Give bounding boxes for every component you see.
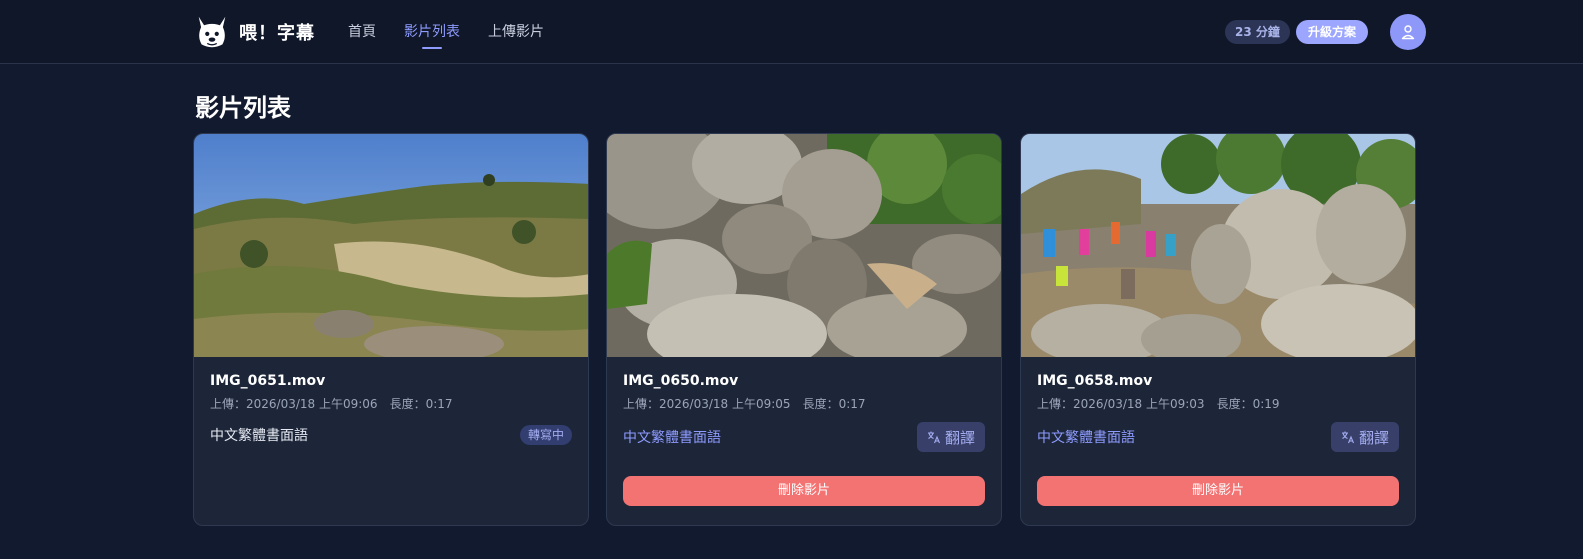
- hillside-grass-thumbnail: [194, 134, 588, 357]
- upload-time: 上傳：2026/03/18 上午09:03: [1037, 397, 1205, 411]
- translate-button[interactable]: 翻譯: [916, 422, 985, 452]
- translate-label: 翻譯: [944, 428, 975, 447]
- translate-button[interactable]: 翻譯: [1330, 422, 1399, 452]
- video-file-name: IMG_0650.mov: [623, 373, 739, 389]
- translate-icon: [1341, 431, 1354, 444]
- nav-video-list[interactable]: 影片列表: [404, 0, 460, 64]
- video-duration: 長度：0:17: [389, 397, 453, 411]
- transcribing-status-badge: 轉寫中: [519, 425, 572, 445]
- upgrade-plan-button[interactable]: 升級方案: [1296, 20, 1369, 44]
- french-bulldog-logo-icon: [198, 16, 226, 48]
- page-title: 影片列表: [195, 94, 291, 122]
- translate-icon: [927, 431, 940, 444]
- language-row: 中文繁體書面語 翻譯: [623, 421, 985, 453]
- user-avatar-button[interactable]: [1390, 14, 1426, 50]
- nav-upload-video[interactable]: 上傳影片: [488, 0, 544, 64]
- subtitle-language-link[interactable]: 中文繁體書面語: [623, 427, 721, 447]
- boulders-thumbnail: [607, 134, 1001, 357]
- video-file-name: IMG_0658.mov: [1037, 373, 1153, 389]
- video-duration: 長度：0:17: [802, 397, 866, 411]
- subtitle-language: 中文繁體書面語: [210, 428, 308, 444]
- language-row: 中文繁體書面語 轉寫中: [210, 419, 572, 451]
- top-navigation-bar: 喂！字幕 首頁 影片列表 上傳影片 23 分鐘 升級方案: [0, 0, 1583, 64]
- video-meta: 上傳：2026/03/18 上午09:03 長度：0:19: [1037, 395, 1399, 413]
- translate-label: 翻譯: [1358, 428, 1389, 447]
- brand-name: 喂！字幕: [239, 23, 315, 44]
- video-card[interactable]: IMG_0651.mov 上傳：2026/03/18 上午09:06 長度：0:1…: [193, 133, 589, 526]
- remaining-minutes-badge: 23 分鐘: [1225, 20, 1290, 44]
- user-icon: [1401, 25, 1415, 40]
- video-meta: 上傳：2026/03/18 上午09:05 長度：0:17: [623, 395, 985, 413]
- brand[interactable]: 喂！字幕: [193, 12, 315, 52]
- subtitle-language-link[interactable]: 中文繁體書面語: [1037, 427, 1135, 447]
- delete-video-button[interactable]: 刪除影片: [623, 476, 985, 506]
- delete-video-button[interactable]: 刪除影片: [1037, 476, 1399, 506]
- video-card[interactable]: IMG_0658.mov 上傳：2026/03/18 上午09:03 長度：0:1…: [1020, 133, 1416, 526]
- video-file-name: IMG_0651.mov: [210, 373, 326, 389]
- hikers-rocks-thumbnail: [1021, 134, 1415, 357]
- video-meta: 上傳：2026/03/18 上午09:06 長度：0:17: [210, 395, 572, 413]
- upload-time: 上傳：2026/03/18 上午09:05: [623, 397, 791, 411]
- upload-time: 上傳：2026/03/18 上午09:06: [210, 397, 378, 411]
- language-row: 中文繁體書面語 翻譯: [1037, 421, 1399, 453]
- nav-home[interactable]: 首頁: [348, 0, 376, 64]
- video-card[interactable]: IMG_0650.mov 上傳：2026/03/18 上午09:05 長度：0:1…: [606, 133, 1002, 526]
- video-duration: 長度：0:19: [1216, 397, 1280, 411]
- main-nav: 首頁 影片列表 上傳影片: [348, 0, 572, 64]
